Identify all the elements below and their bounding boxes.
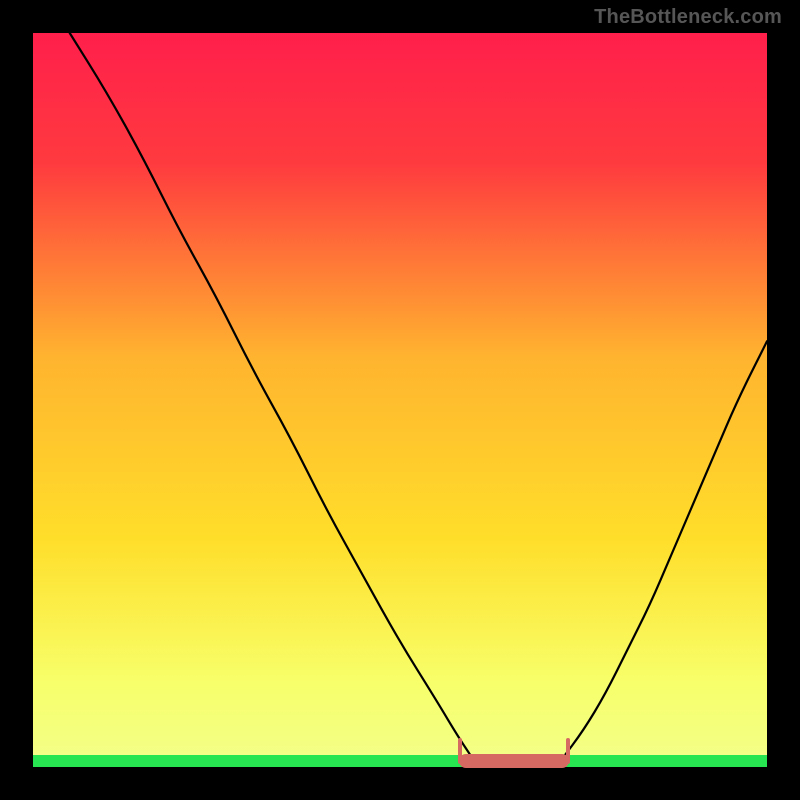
green-floor-bar xyxy=(33,755,767,767)
watermark-text: TheBottleneck.com xyxy=(594,6,782,29)
optimal-range-tick-left xyxy=(458,738,462,764)
optimal-range-tick-right xyxy=(566,738,570,764)
gradient-panel xyxy=(33,33,767,755)
bottleneck-curve-plot xyxy=(0,0,800,800)
optimal-range-marker xyxy=(459,754,569,768)
chart-stage: TheBottleneck.com xyxy=(0,0,800,800)
